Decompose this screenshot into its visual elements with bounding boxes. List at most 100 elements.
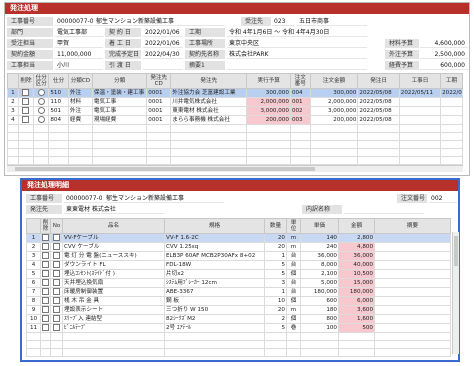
empty-cell[interactable] (67, 148, 93, 157)
amount-field[interactable]: 11,000,000 (55, 50, 103, 59)
detail-row[interactable]: 8 桟 木 吊 金 具鋼 板 10 個 600 6,000 (26, 296, 451, 306)
order-cell-order-date[interactable]: 2022/05/08 (357, 97, 400, 107)
order-cell-vendor[interactable]: まらら事務機 株式会社 (170, 115, 248, 125)
detail-cell-note[interactable] (374, 269, 451, 279)
order-cell-code[interactable]: 501 (48, 106, 69, 116)
empty-cell[interactable] (67, 124, 93, 133)
empty-cell[interactable] (48, 124, 69, 133)
order-row[interactable]: 2 110 材料 電気工事 0001 川井電気株式会社 2,000,000 001 2,000,… (7, 97, 463, 107)
detail-cell-qty[interactable]: 5 (264, 323, 287, 333)
delete-checkbox[interactable] (17, 97, 35, 107)
detail-cell-price[interactable]: 180 (300, 305, 339, 315)
delete-checkbox[interactable] (17, 106, 35, 116)
detail-cell-unit[interactable]: 台 (286, 287, 301, 297)
no-checkbox[interactable] (50, 323, 63, 333)
empty-cell[interactable] (309, 124, 359, 133)
order-row[interactable]: 4 804 経費 現場経費 0001 まらら事務機 株式会社 200,000 003 200,0… (7, 115, 463, 125)
empty-cell[interactable] (7, 124, 19, 133)
detail-cell-amount[interactable]: 180,000 (338, 287, 375, 297)
detail-construction-name-field[interactable]: 郁生マンション新築設備工事 (104, 194, 224, 203)
order-table-hscroll-thumb[interactable] (15, 167, 315, 171)
detail-vendor-field[interactable]: 東東電材 株式会社 (64, 205, 164, 214)
order-cell-order-no[interactable]: 004 (289, 88, 311, 98)
detail-row[interactable]: 1 VV-Fケーブル VV-F 1.6-2C 20 m 140 2,800 (26, 233, 451, 243)
detail-cell-name[interactable]: 床暖房制御装置 (62, 287, 165, 297)
order-cell-class-name[interactable]: 電気工事 (91, 106, 148, 116)
detail-cell-qty[interactable]: 3 (264, 278, 287, 288)
empty-cell[interactable] (398, 140, 442, 149)
empty-cell[interactable] (33, 156, 50, 165)
construction-name-field[interactable]: 郁生マンション新築設備工事 (94, 17, 224, 26)
detail-cell-amount[interactable]: 40,000 (338, 260, 375, 270)
empty-cell[interactable] (26, 348, 41, 357)
detail-cell-price[interactable]: 240 (300, 242, 339, 252)
empty-cell[interactable] (17, 132, 35, 141)
detail-cell-unit[interactable]: 個 (286, 314, 301, 324)
detail-cell-amount[interactable]: 4,800 (338, 242, 375, 252)
empty-cell[interactable] (357, 124, 400, 133)
detail-cell-amount[interactable]: 15,000 (338, 278, 375, 288)
detail-cell-spec[interactable]: ABE-3367 (164, 287, 265, 297)
order-cell-term[interactable] (440, 106, 463, 116)
detail-cell-note[interactable] (374, 260, 451, 270)
empty-cell[interactable] (398, 156, 442, 165)
detail-cell-spec[interactable]: FDL-18W (164, 260, 265, 270)
detail-cell-unit[interactable]: 台 (286, 251, 301, 261)
detail-cell-note[interactable] (374, 251, 451, 261)
order-cell-class-cd[interactable]: 経費 (67, 115, 93, 125)
delete-checkbox[interactable] (40, 269, 51, 279)
order-empty-row[interactable] (7, 148, 463, 157)
detail-cell-note[interactable] (374, 287, 451, 297)
detail-cell-price[interactable]: 5,000 (300, 278, 339, 288)
delete-checkbox[interactable] (40, 296, 51, 306)
empty-cell[interactable] (146, 148, 172, 157)
empty-cell[interactable] (309, 132, 359, 141)
detail-cell-note[interactable] (374, 242, 451, 252)
order-cell-term[interactable]: 2022/0 (440, 88, 463, 98)
order-cell-vendor-cd[interactable]: 0001 (146, 106, 172, 116)
delete-checkbox[interactable] (17, 115, 35, 125)
classify-radio[interactable] (33, 88, 50, 98)
empty-cell[interactable] (164, 340, 265, 349)
handover-field[interactable] (143, 61, 183, 70)
detail-cell-note[interactable] (374, 314, 451, 324)
empty-cell[interactable] (33, 140, 50, 149)
order-table-hscroll[interactable] (7, 165, 463, 172)
detail-cell-price[interactable]: 180,000 (300, 287, 339, 297)
detail-cell-price[interactable]: 100 (300, 323, 339, 333)
order-cell-budget[interactable]: 2,000,000 (246, 97, 291, 107)
detail-row[interactable]: 7 床暖房制御装置 ABE-3367 1 台 180,000 180,000 (26, 287, 451, 297)
empty-cell[interactable] (246, 148, 291, 157)
empty-cell[interactable] (289, 148, 311, 157)
no-checkbox[interactable] (50, 251, 63, 261)
empty-cell[interactable] (246, 124, 291, 133)
completion-field[interactable]: 2022/04/30 (143, 50, 183, 59)
detail-cell-qty[interactable]: 1 (264, 251, 287, 261)
empty-cell[interactable] (309, 156, 359, 165)
order-cell-order-date[interactable]: 2022/05/08 (357, 115, 400, 125)
order-cell-class-name[interactable]: 保温・塗装・建工事 (91, 88, 148, 98)
expense-budget-field[interactable]: 600,000 (420, 61, 468, 70)
order-cell-work-date[interactable] (398, 106, 442, 116)
detail-cell-unit[interactable]: m (286, 305, 301, 315)
staff-field[interactable]: 小川 (55, 61, 103, 70)
empty-cell[interactable] (357, 148, 400, 157)
detail-cell-qty[interactable]: 5 (264, 269, 287, 279)
order-cell-vendor-cd[interactable]: 0001 (146, 97, 172, 107)
detail-cell-unit[interactable]: 台 (286, 278, 301, 288)
empty-cell[interactable] (33, 124, 50, 133)
order-cell-code[interactable]: 510 (48, 88, 69, 98)
detail-row[interactable]: 6 天井埋込換気扇 ｼｽﾃﾑ用ﾌﾞﾚｰｶｰ 12cm 3 台 5,000 15,000 (26, 278, 451, 288)
detail-cell-qty[interactable]: 20 (264, 305, 287, 315)
empty-cell[interactable] (67, 156, 93, 165)
no-checkbox[interactable] (50, 269, 63, 279)
empty-cell[interactable] (33, 132, 50, 141)
order-cell-vendor[interactable]: 外注協力会 芝富建設工業 (170, 88, 248, 98)
detail-cell-unit[interactable]: 巻 (286, 323, 301, 333)
empty-cell[interactable] (398, 148, 442, 157)
order-cell-term[interactable] (440, 97, 463, 107)
detail-cell-qty[interactable]: 5 (264, 260, 287, 270)
detail-cell-spec[interactable]: CVV 1.25sq (164, 242, 265, 252)
detail-cell-note[interactable] (374, 305, 451, 315)
order-empty-row[interactable] (7, 140, 463, 149)
